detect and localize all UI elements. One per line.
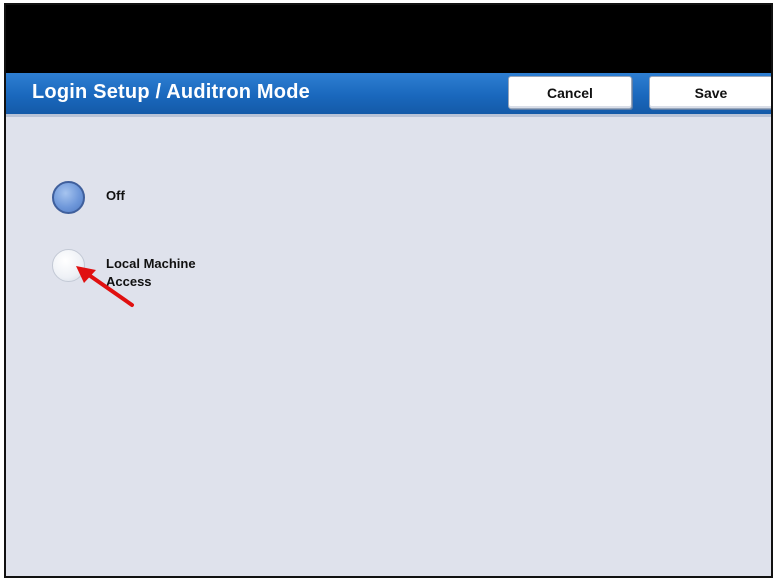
radio-label-off: Off <box>106 188 125 203</box>
header-bar: Login Setup / Auditron Mode Cancel Save <box>6 73 771 117</box>
page-title: Login Setup / Auditron Mode <box>32 81 310 103</box>
save-button[interactable]: Save <box>649 76 771 109</box>
red-arrow-icon <box>76 266 134 307</box>
radio-option-off[interactable]: Off <box>52 181 125 214</box>
app-window: Login Setup / Auditron Mode Cancel Save … <box>4 3 773 578</box>
top-black-band <box>6 5 771 73</box>
cancel-button[interactable]: Cancel <box>508 76 632 109</box>
radio-button-selected[interactable] <box>52 181 85 214</box>
